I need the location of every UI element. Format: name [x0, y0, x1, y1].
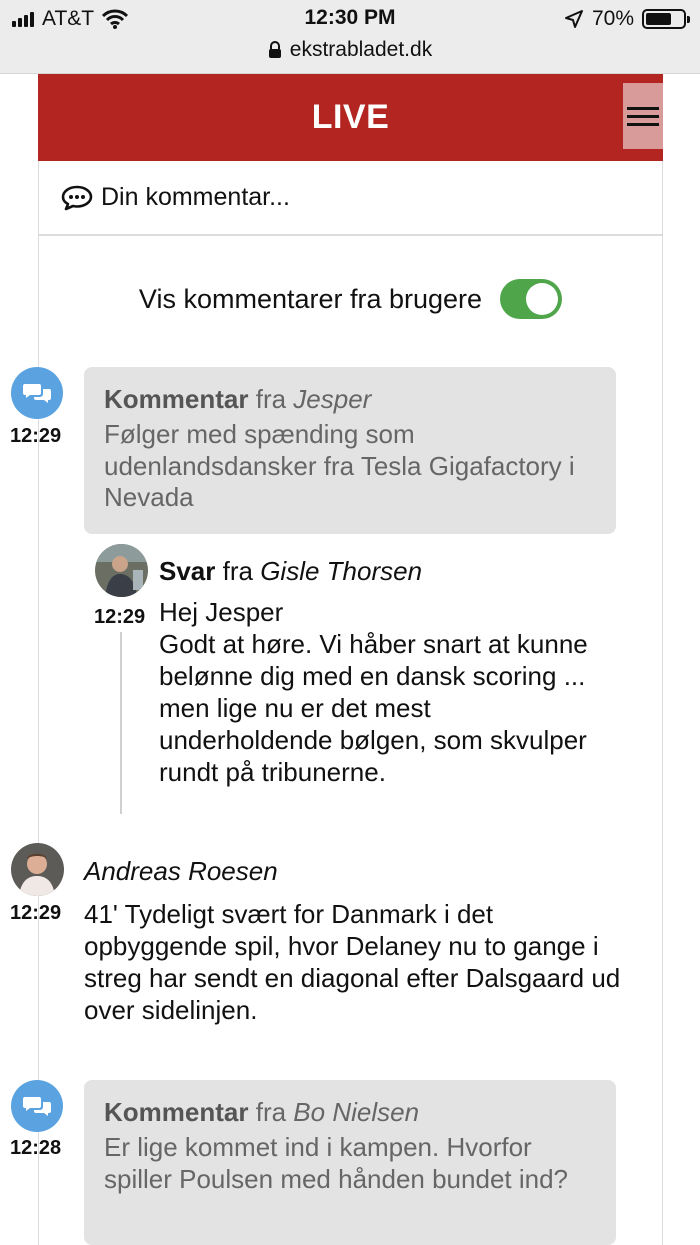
reply-header: Svar fra Gisle Thorsen: [159, 555, 422, 587]
comment-icon: [11, 367, 63, 419]
avatar-andreas-roesen: [11, 843, 64, 896]
reply-timestamp: 12:29: [94, 606, 146, 628]
url-text: ekstrabladet.dk: [289, 38, 433, 61]
reply-thread-line: [120, 632, 122, 814]
post-text: 41' Tydeligt svært for Danmark i det opb…: [84, 899, 621, 1025]
comment-placeholder: Din kommentar...: [101, 183, 290, 211]
timestamp: 12:29: [10, 425, 62, 447]
comment-kind: Kommentar: [104, 1097, 249, 1127]
comment-text: Er lige kommet ind i kampen. Hvorfor spi…: [104, 1132, 569, 1194]
reply-message: Godt at høre. Vi håber snart at kunne be…: [159, 629, 588, 787]
live-header: LIVE: [38, 74, 663, 161]
comment-input[interactable]: Din kommentar...: [39, 161, 662, 236]
comment-header: Kommentar fra Bo Nielsen: [104, 1096, 596, 1128]
comment-author: Bo Nielsen: [293, 1097, 420, 1127]
comment-author: Jesper: [293, 384, 372, 414]
comment-from: fra: [255, 384, 287, 414]
show-comments-toggle[interactable]: [500, 279, 563, 319]
reply-text: Hej Jesper Godt at høre. Vi håber snart …: [159, 596, 609, 788]
user-comment-card: Kommentar fra Bo Nielsen Er lige kommet …: [84, 1080, 616, 1245]
comment-kind: Kommentar: [104, 384, 249, 414]
menu-button[interactable]: [623, 83, 663, 149]
user-comment-card: Kommentar fra Jesper Følger med spænding…: [84, 367, 616, 534]
address-bar[interactable]: ekstrabladet.dk: [0, 38, 700, 62]
reply-author: Gisle Thorsen: [260, 556, 423, 586]
reply-kind: Svar: [159, 556, 216, 586]
battery-icon: [642, 9, 690, 29]
reply-from: fra: [222, 556, 253, 586]
reply-greeting: Hej Jesper: [159, 597, 284, 627]
lock-icon: [268, 41, 281, 58]
status-bar: AT&T 12:30 PM 70% ekstrabladet.dk: [0, 0, 700, 74]
show-comments-row: Vis kommentarer fra brugere: [39, 279, 662, 319]
hamburger-icon: [627, 106, 659, 110]
comment-text: Følger med spænding som udenlandsdansker…: [104, 419, 575, 512]
timestamp: 12:28: [10, 1137, 62, 1159]
speech-bubble-icon: [61, 185, 93, 210]
comment-icon: [11, 1080, 63, 1132]
battery-percent: 70%: [591, 7, 634, 30]
status-right: 70%: [564, 6, 690, 32]
comment-from: fra: [255, 1097, 287, 1127]
comment-header: Kommentar fra Jesper: [104, 383, 596, 415]
show-comments-label: Vis kommentarer fra brugere: [138, 283, 483, 314]
page-title: LIVE: [311, 98, 390, 136]
avatar-gisle-thorsen: [95, 544, 148, 597]
location-arrow-icon: [564, 10, 583, 28]
post-author: Andreas Roesen: [84, 856, 278, 886]
timestamp: 12:29: [10, 902, 62, 924]
